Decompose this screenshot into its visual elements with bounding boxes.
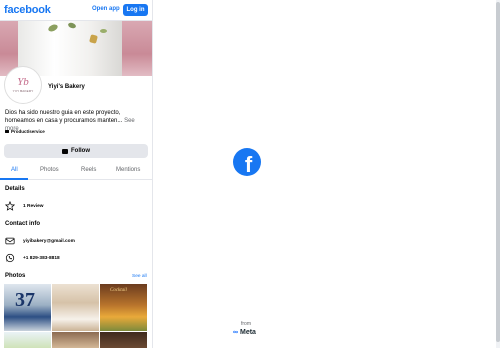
scrollbar-thumb[interactable] [496,2,500,342]
tab-photos[interactable]: Photos [40,167,59,173]
follow-icon [62,148,68,154]
whatsapp-icon [5,253,15,263]
contact-heading: Contact info [5,221,40,227]
avatar[interactable]: Yb YIYI BAKERY [5,67,41,103]
review-row[interactable]: 1 Review [5,201,44,211]
login-button[interactable]: Log in [123,4,148,16]
review-count: 1 Review [23,203,44,209]
phone-value: +1 829-383-8818 [23,255,60,261]
photos-heading: Photos [5,273,26,279]
tab-reels[interactable]: Reels [81,167,96,173]
photo-thumbnail[interactable] [4,332,51,348]
facebook-icon: f [233,148,261,177]
tab-mentions[interactable]: Mentions [116,167,140,173]
meta-infinity-icon: ∞ [233,329,238,336]
meta-label: Meta [240,329,256,336]
bio-text: Dios ha sido nuestro guia en este proyec… [5,110,123,124]
meta-logo: ∞ Meta [233,329,256,336]
profile-tabs: All Photos Reels Mentions [0,163,152,180]
phone-row[interactable]: +1 829-383-8818 [5,253,60,263]
photo-text: Cocktail [110,288,127,293]
details-heading: Details [5,186,25,192]
photo-thumbnail[interactable]: 37 [4,284,51,331]
follow-label: Follow [71,148,90,154]
page-category: Product/service [5,129,45,134]
star-icon [5,201,15,211]
photo-thumbnail[interactable]: Cocktail [100,284,147,331]
photo-thumbnail[interactable] [100,332,147,348]
avatar-logo-text: YIYI BAKERY [12,89,34,93]
category-label: Product/service [11,129,45,134]
see-all-photos-link[interactable]: See all [132,274,147,279]
mobile-page-panel: facebook Open app Log in Yb YIYI BAKERY … [0,0,152,348]
email-value: yiyibakery@gmail.com [23,238,75,244]
page-title[interactable]: Yiyi's Bakery [48,84,85,90]
mail-icon [5,237,15,245]
avatar-logo-mark: Yb [17,76,29,88]
leaf-decoration [100,29,107,33]
photo-thumbnail[interactable] [52,284,99,331]
top-bar: facebook Open app Log in [0,0,152,21]
photo-grid: 37 Cocktail [4,284,148,348]
tab-all[interactable]: All [11,167,18,173]
splash-panel: f from ∞ Meta [153,0,500,348]
photo-text: 37 [15,289,35,311]
photo-thumbnail[interactable] [52,332,99,348]
briefcase-icon [5,130,9,133]
email-row[interactable]: yiyibakery@gmail.com [5,236,75,246]
follow-button[interactable]: Follow [4,144,148,158]
from-label: from [241,321,251,327]
open-app-link[interactable]: Open app [92,6,120,12]
active-tab-indicator [0,178,28,180]
facebook-logo[interactable]: facebook [4,4,51,16]
